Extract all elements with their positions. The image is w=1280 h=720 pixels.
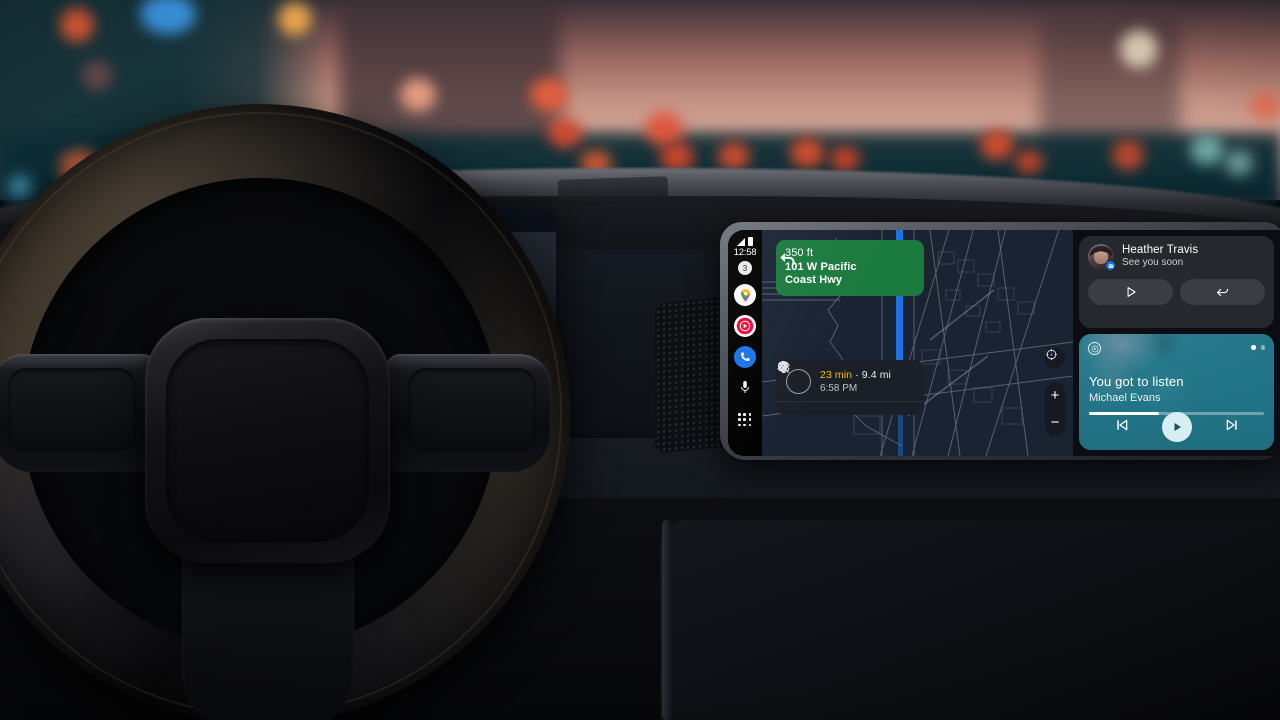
next-track-button[interactable] (1224, 417, 1240, 438)
track-title: You got to listen (1089, 374, 1184, 389)
map-pin-icon (778, 360, 788, 374)
android-auto-screen: 12:58 3 350 ft 101 W Pacific Coast Hwy 2… (728, 230, 1280, 456)
steering-controls-right[interactable] (408, 368, 536, 452)
reply-message-button[interactable] (1180, 279, 1265, 305)
zoom-out-button[interactable]: − (1045, 409, 1065, 436)
avatar (1088, 244, 1116, 271)
bokeh-light (980, 130, 1014, 160)
bokeh-light (718, 142, 750, 170)
maneuver-street-line2: Coast Hwy (785, 274, 843, 286)
console-trim-edge (662, 520, 672, 720)
sidebar-item-assistant[interactable] (739, 380, 751, 401)
app-sidebar: 12:58 3 (728, 230, 762, 456)
message-notification-card[interactable]: Heather Travis See you soon (1079, 236, 1274, 328)
sidebar-item-all-apps[interactable] (738, 413, 752, 427)
eta-separator: · (855, 369, 859, 381)
skip-next-icon (1226, 419, 1237, 430)
nav-action-row (776, 360, 924, 415)
previous-track-button[interactable] (1114, 417, 1130, 438)
message-sender: Heather Travis (1122, 244, 1199, 256)
page-dot (1260, 345, 1265, 350)
message-preview: See you soon (1122, 257, 1184, 268)
bokeh-light (830, 146, 860, 172)
sidebar-item-maps[interactable] (734, 284, 756, 306)
track-artist: Michael Evans (1089, 392, 1161, 404)
play-icon (1174, 423, 1181, 431)
bokeh-light (278, 2, 312, 36)
phone-icon (741, 352, 750, 361)
bokeh-light (1112, 140, 1144, 170)
media-source-icon (1091, 345, 1098, 352)
steering-spoke-bottom (182, 536, 354, 720)
play-pause-button[interactable] (1161, 412, 1192, 442)
page-dot-active (1251, 345, 1256, 350)
side-panel: Heather Travis See you soon You got to l… (1073, 230, 1280, 456)
steering-wheel (0, 96, 630, 720)
status-icons (737, 236, 753, 246)
app-grid-icon (738, 413, 741, 416)
bokeh-light (1250, 92, 1280, 120)
bokeh-light (790, 138, 824, 168)
eta-line-primary: 23 min · 9.4 mi (820, 369, 891, 381)
bokeh-light (1190, 135, 1224, 165)
zoom-in-button[interactable]: + (1045, 382, 1065, 409)
steering-wheel-hub-inner (166, 339, 369, 542)
eta-card: 23 min · 9.4 mi 6:58 PM (776, 360, 924, 415)
message-actions (1088, 279, 1265, 305)
eta-text-block: 23 min · 9.4 mi 6:58 PM (820, 369, 891, 394)
sidebar-item-music[interactable] (734, 315, 756, 337)
clock: 12:58 (733, 247, 757, 258)
sidebar-item-phone[interactable] (734, 346, 756, 368)
notification-badge[interactable]: 3 (738, 261, 752, 275)
maneuver-banner: 350 ft 101 W Pacific Coast Hwy (776, 240, 924, 296)
media-player-card[interactable]: You got to listen Michael Evans (1079, 334, 1274, 450)
media-app-icon (1088, 342, 1101, 355)
youtube-music-icon (736, 317, 754, 335)
message-text-block: Heather Travis See you soon (1122, 244, 1198, 268)
center-console (660, 520, 1280, 720)
media-controls (1079, 412, 1274, 442)
bokeh-light (1120, 30, 1158, 68)
bokeh-light (1015, 150, 1043, 174)
bokeh-light (60, 8, 94, 42)
battery-icon (748, 237, 753, 246)
page-indicator-dots (1251, 345, 1265, 350)
eta-arrival-time: 6:58 PM (820, 383, 858, 394)
signal-icon (737, 237, 746, 246)
steering-controls-left[interactable] (8, 368, 136, 452)
message-bubble-icon (1108, 263, 1113, 268)
eta-duration: 23 min (820, 369, 853, 381)
map-canvas[interactable]: 350 ft 101 W Pacific Coast Hwy 23 min · … (762, 230, 1073, 456)
messages-icon (1105, 260, 1116, 271)
bokeh-light (645, 112, 683, 146)
zoom-controls: + − (1045, 382, 1065, 436)
dashboard-speaker-grille (655, 296, 730, 454)
play-message-button[interactable] (1088, 279, 1173, 305)
car-interior-scene: Charging 150 250 87% 43 psi 42 psi 43 ps… (0, 0, 1280, 720)
reply-arrow-icon (1216, 288, 1229, 296)
recenter-button[interactable] (1045, 348, 1065, 368)
google-maps-icon (740, 288, 750, 302)
eta-summary: 23 min · 9.4 mi 6:58 PM (776, 360, 924, 401)
eta-distance: 9.4 mi (861, 369, 891, 381)
microphone-icon (741, 381, 749, 393)
recenter-compass-icon (1045, 348, 1058, 361)
skip-previous-icon (1116, 419, 1127, 430)
bokeh-light (82, 60, 112, 90)
turn-left-icon (780, 253, 795, 265)
message-header: Heather Travis See you soon (1088, 244, 1265, 271)
bokeh-light (1225, 150, 1253, 176)
play-message-icon (1127, 287, 1136, 297)
